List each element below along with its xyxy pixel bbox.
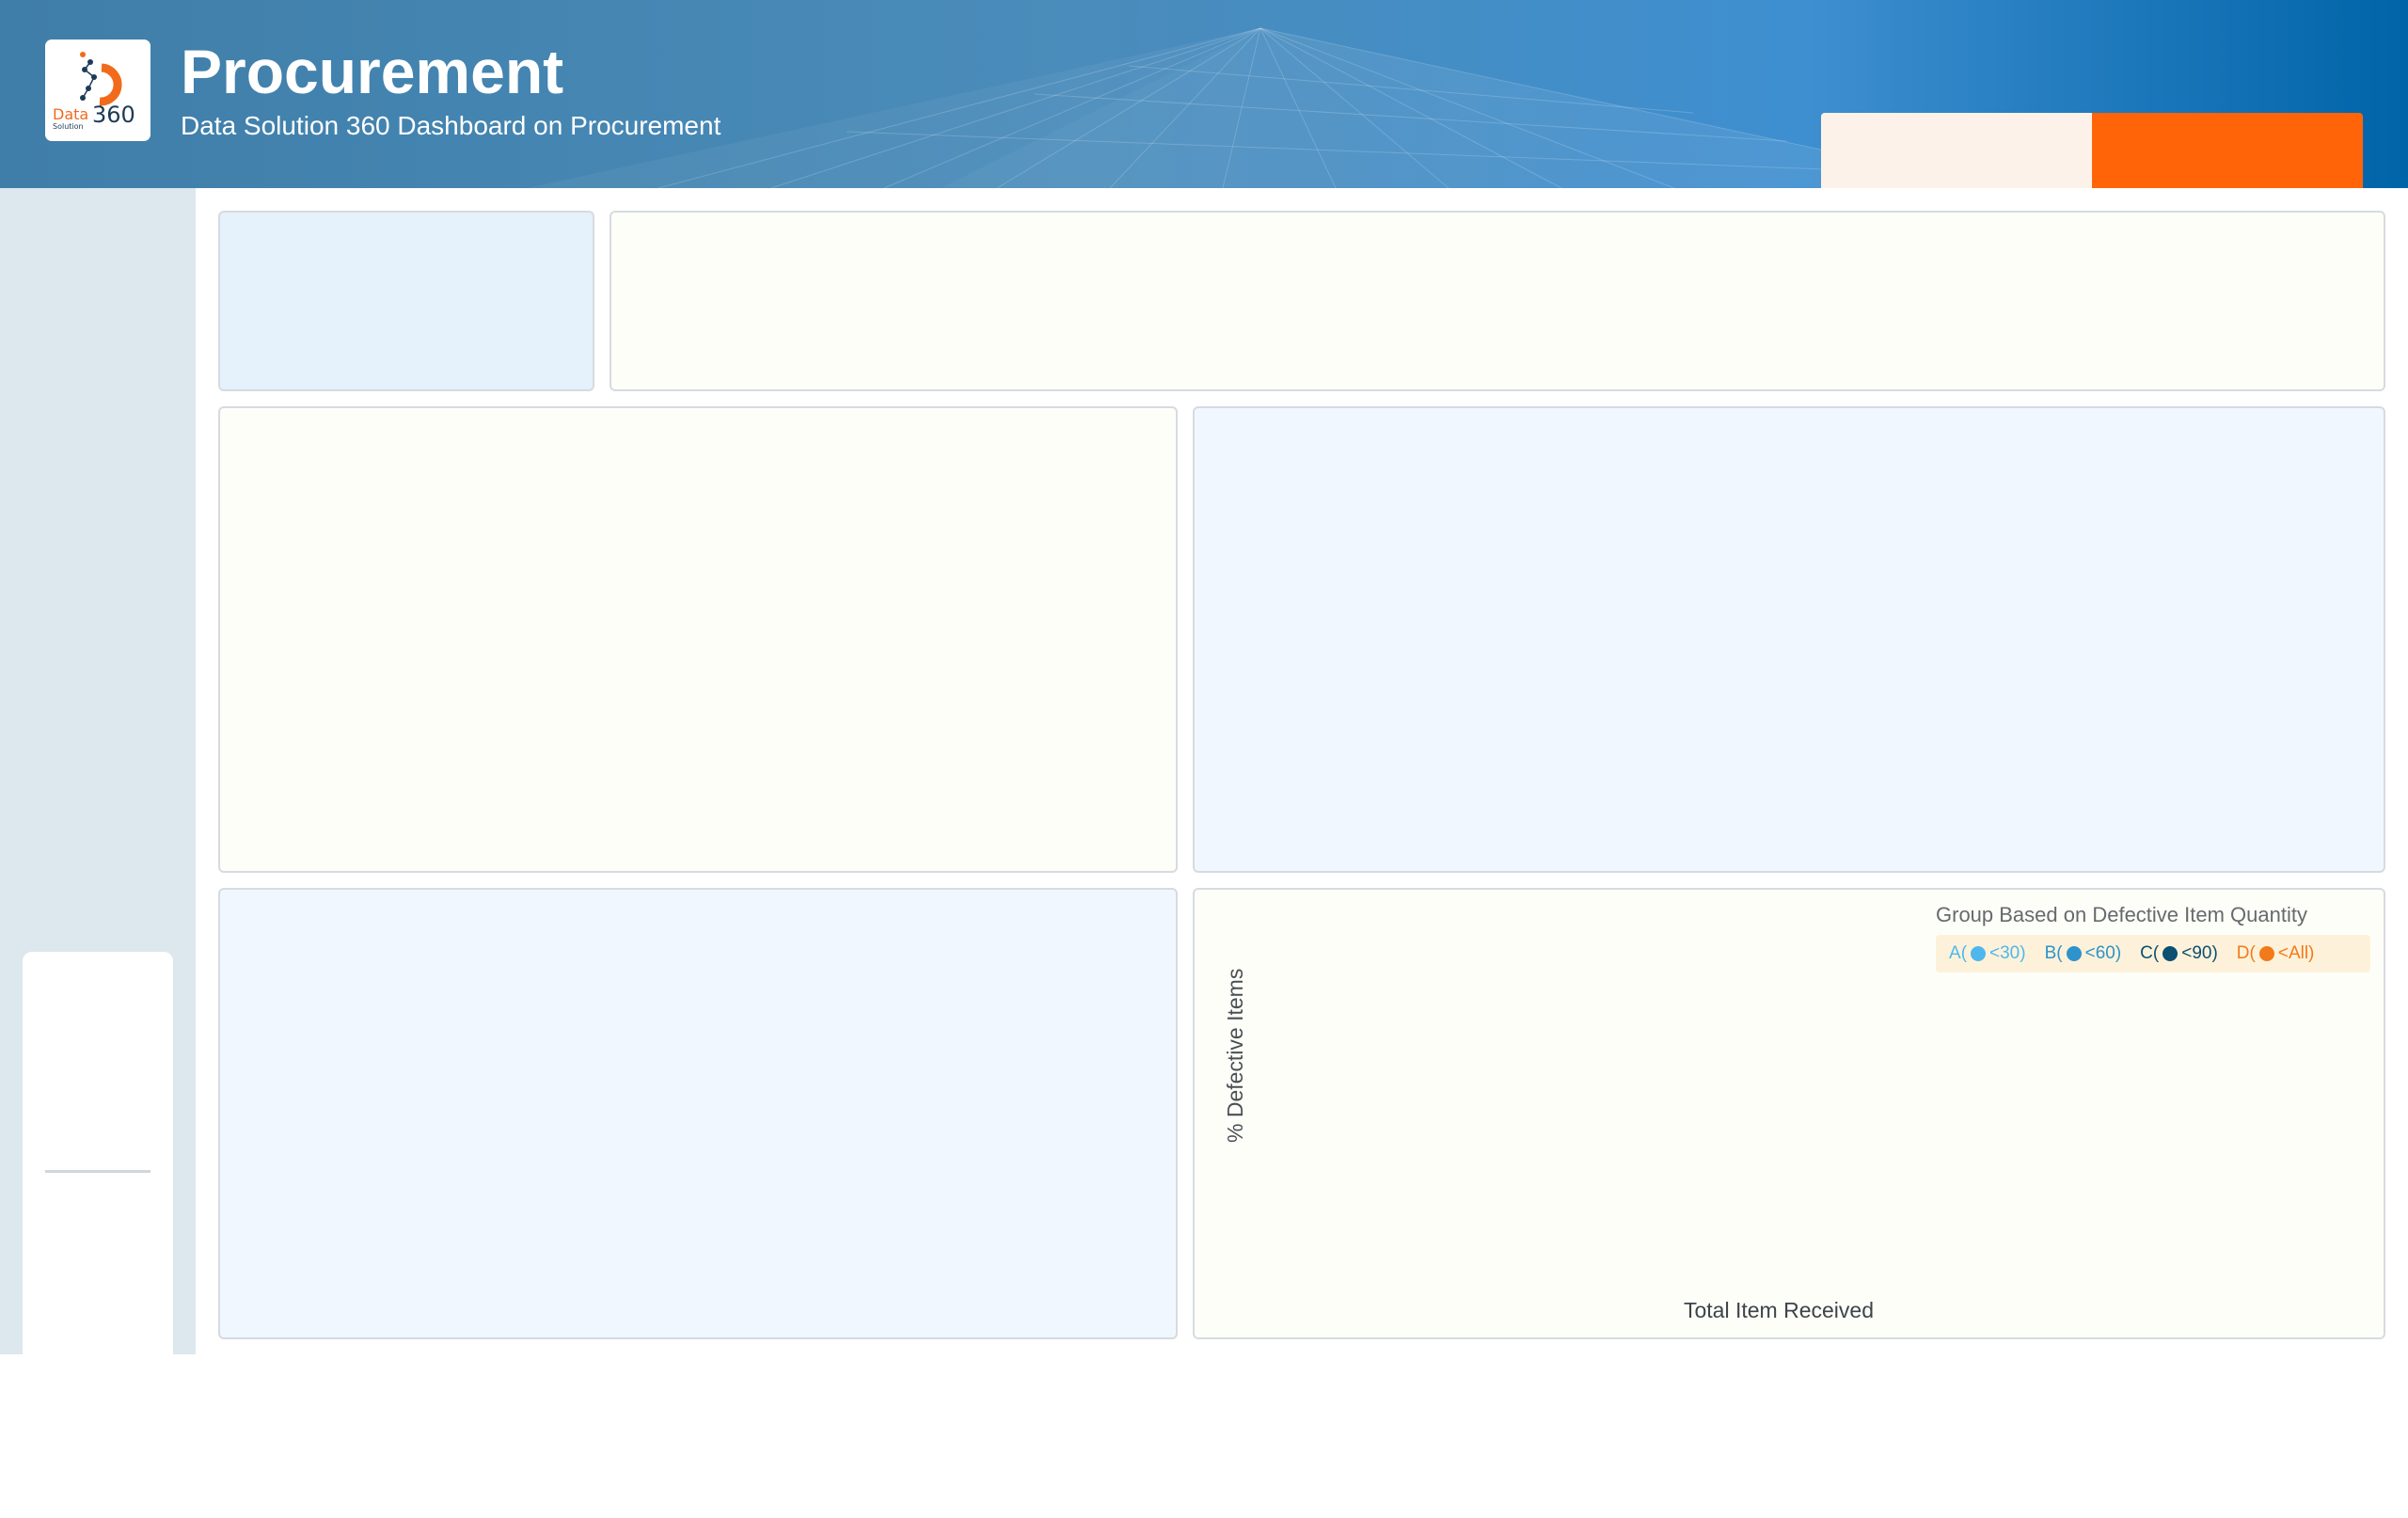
legend-open-paren: ( (1960, 943, 1968, 963)
sidebar-divider (45, 1170, 150, 1173)
legend-dot-icon (2162, 946, 2178, 961)
legend-title: Group Based on Defective Item Quantity (1936, 903, 2307, 926)
legend-letter: C (2140, 943, 2153, 963)
legend-item-c[interactable]: C ( <90) (2140, 943, 2218, 964)
legend-open-paren: ( (2152, 943, 2160, 963)
chart-panel-middle-left (218, 406, 1178, 873)
chart-panel-bottom-left (218, 888, 1178, 1339)
header-banner: Data 360 Solution Procurement Data Solut… (0, 0, 2408, 188)
legend-threshold: <30) (1989, 943, 2026, 963)
summary-panel (610, 211, 2385, 391)
legend-dot-icon (1971, 946, 1987, 961)
sidebar (0, 188, 196, 1518)
x-axis-label: Total Item Received (1684, 1298, 1874, 1322)
legend-open-paren: ( (2056, 943, 2063, 963)
logo-word-360: 360 (92, 102, 135, 128)
legend-dot-icon (2066, 946, 2082, 961)
legend-item-d[interactable]: D ( <All) (2237, 943, 2315, 964)
legend-open-paren: ( (2249, 943, 2256, 963)
legend-dot-icon (2258, 946, 2274, 961)
sidebar-filter-card[interactable] (23, 952, 173, 1518)
legend-threshold: <90) (2181, 943, 2218, 963)
page-subtitle: Data Solution 360 Dashboard on Procureme… (181, 111, 721, 140)
legend-letter: A (1949, 943, 1961, 963)
legend-threshold: <60) (2084, 943, 2122, 963)
header-tab-accent[interactable] (2092, 113, 2363, 188)
legend-item-a[interactable]: A ( <30) (1949, 943, 2026, 964)
logo-word-solution: Solution (53, 122, 84, 131)
legend-letter: B (2044, 943, 2057, 963)
y-axis-label: % Defective Items (1223, 968, 1247, 1143)
legend-letter: D (2236, 943, 2250, 963)
page-title: Procurement (181, 37, 564, 106)
chart-panel-middle-right (1193, 406, 2385, 873)
header-tab-light[interactable] (1821, 113, 2092, 188)
legend-threshold: <All) (2277, 943, 2315, 963)
logo-word-data: Data (53, 105, 89, 123)
legend-item-b[interactable]: B ( <60) (2045, 943, 2122, 964)
group-legend: A ( <30) B ( <60) C ( <90) D ( <All) (1936, 935, 2370, 972)
kpi-card (218, 211, 594, 391)
app-logo[interactable]: Data 360 Solution (45, 40, 150, 141)
